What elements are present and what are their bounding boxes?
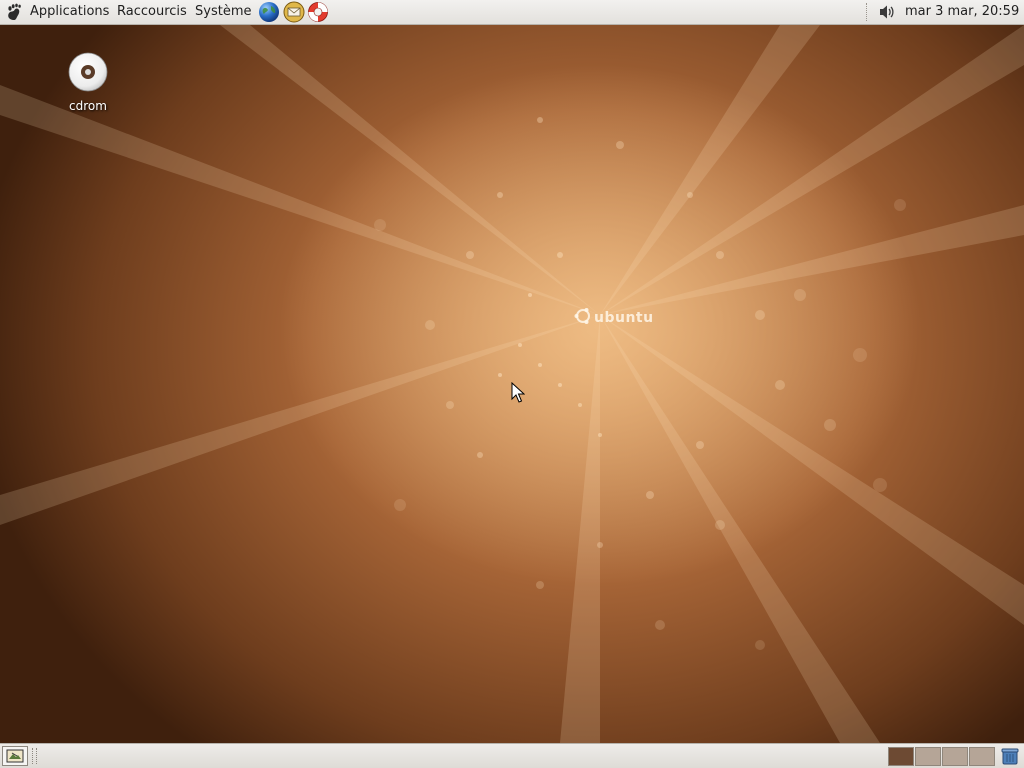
gnome-foot-icon[interactable] — [5, 3, 23, 21]
mouse-pointer-icon — [511, 382, 525, 403]
ubuntu-circle-of-friends-icon — [574, 308, 590, 324]
ubuntu-wordmark: ubuntu — [594, 310, 654, 326]
system-menu[interactable]: Système — [195, 0, 251, 24]
show-desktop-button[interactable] — [2, 746, 28, 766]
clock[interactable]: mar 3 mar, 20:59 — [905, 0, 1019, 24]
places-menu[interactable]: Raccourcis — [117, 0, 187, 24]
cdrom-disc-icon — [68, 52, 108, 92]
show-desktop-icon — [6, 749, 24, 763]
bottom-panel — [0, 743, 1024, 768]
panel-handle[interactable] — [32, 748, 37, 764]
top-panel: Applications Raccourcis Système mar 3 ma… — [0, 0, 1024, 25]
workspace-2[interactable] — [915, 747, 941, 766]
desktop-icon-cdrom[interactable]: cdrom — [58, 49, 118, 141]
applications-menu[interactable]: Applications — [30, 0, 109, 24]
browser-globe-icon[interactable] — [258, 1, 280, 23]
trash-icon[interactable] — [1000, 746, 1020, 766]
volume-icon[interactable] — [878, 4, 896, 20]
tray-separator — [866, 3, 869, 21]
mail-client-icon[interactable] — [283, 1, 305, 23]
help-lifebuoy-icon[interactable] — [307, 1, 329, 23]
ubuntu-logo: ubuntu — [574, 307, 654, 329]
desktop[interactable]: cdrom ubuntu — [0, 25, 1024, 743]
workspace-3[interactable] — [942, 747, 968, 766]
workspace-4[interactable] — [969, 747, 995, 766]
workspace-1[interactable] — [888, 747, 914, 766]
desktop-icon-label: cdrom — [69, 99, 107, 113]
